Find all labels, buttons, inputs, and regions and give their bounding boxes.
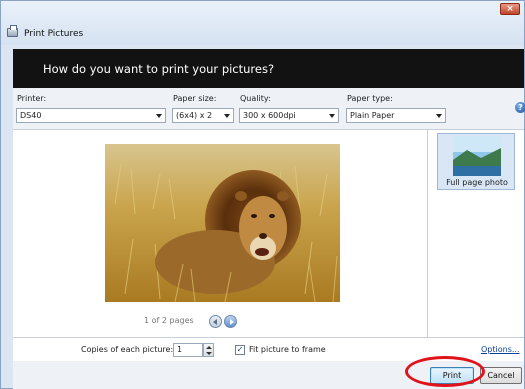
printer-select[interactable]: DS40 [16,108,166,123]
quality-value: 300 x 600dpi [243,111,296,120]
chevron-down-icon [329,114,335,118]
help-icon[interactable]: ? [515,102,525,113]
paper-size-select[interactable]: (6x4) x 2 [172,108,234,123]
copies-input[interactable]: 1 [173,343,203,357]
options-link[interactable]: Options... [481,345,520,354]
quality-label: Quality: [240,94,271,103]
print-options-bar: Printer: DS40 Paper size: (6x4) x 2 Qual… [13,88,525,130]
printer-value: DS40 [20,111,42,120]
quality-select[interactable]: 300 x 600dpi [239,108,339,123]
copies-label: Copies of each picture: [81,345,174,354]
landscape-thumbnail-icon [453,136,501,176]
chevron-down-icon [436,114,442,118]
fit-picture-checkbox[interactable]: ✓ [235,345,245,355]
layout-full-page-photo[interactable]: Full page photo [437,133,515,190]
layout-thumbnail [453,136,501,176]
header-banner: How do you want to print your pictures? [13,49,524,88]
close-button[interactable]: × [500,3,520,15]
previous-page-button[interactable] [209,315,222,328]
paper-type-value: Plain Paper [350,111,395,120]
fit-picture-label: Fit picture to frame [249,345,326,354]
annotation-circle [405,356,485,387]
paper-type-select[interactable]: Plain Paper [346,108,446,123]
paper-type-label: Paper type: [347,94,393,103]
printer-icon [7,25,18,37]
print-pictures-window: × Print Pictures How do you want to prin… [0,0,525,389]
layout-panel: Full page photo [427,130,524,337]
page-count: 1 of 2 pages [144,316,194,325]
title-bar: × Print Pictures [1,1,524,45]
photo-preview [105,144,340,302]
window-title: Print Pictures [24,29,84,39]
printer-label: Printer: [17,94,47,103]
paper-size-label: Paper size: [173,94,217,103]
preview-area: 1 of 2 pages [13,130,427,337]
chevron-down-icon [224,114,230,118]
layout-label: Full page photo [446,178,508,187]
next-page-button[interactable] [224,315,237,328]
copies-spinner[interactable] [203,343,214,357]
lion-photo [105,144,340,302]
chevron-down-icon [156,114,162,118]
banner-heading: How do you want to print your pictures? [43,62,275,76]
cancel-button[interactable]: Cancel [480,367,522,384]
paper-size-value: (6x4) x 2 [176,111,213,120]
